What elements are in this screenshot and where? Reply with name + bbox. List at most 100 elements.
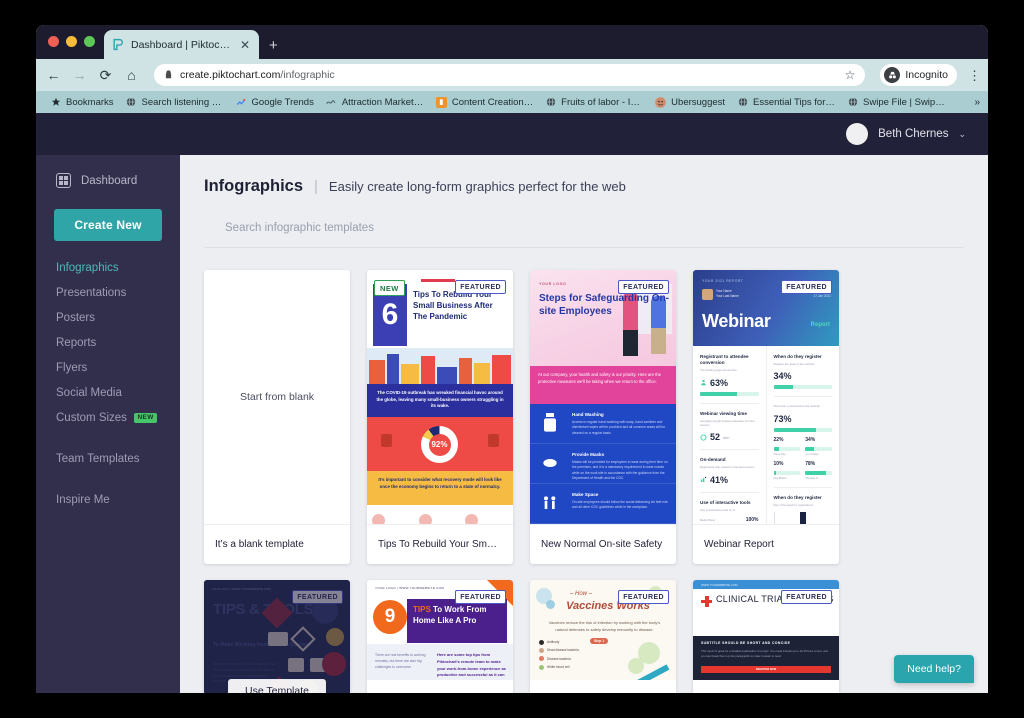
- page-subtitle: Easily create long-form graphics perfect…: [328, 179, 626, 194]
- featured-badge: FEATURED: [455, 590, 506, 604]
- thumb-title: Tips To Rebuild Your Small Business Afte…: [413, 290, 493, 321]
- sidebar-item-label: Posters: [56, 311, 95, 324]
- title-divider: |: [314, 178, 318, 195]
- sidebar-item-team-templates[interactable]: Team Templates: [36, 446, 180, 471]
- main-content: Infographics | Easily create long-form g…: [180, 155, 988, 693]
- app-topbar: Beth Chernes ⌄: [36, 113, 988, 155]
- thumb-title: Webinar: [702, 311, 771, 331]
- thumb-title: Steps for Safeguarding On-site Employees: [539, 293, 670, 317]
- browser-tab[interactable]: Dashboard | Piktochart ✕: [104, 30, 259, 59]
- incognito-profile-chip[interactable]: Incognito: [880, 64, 957, 86]
- piktochart-icon: [112, 38, 125, 51]
- face-icon: [655, 96, 667, 108]
- need-help-button[interactable]: Need help?: [894, 655, 974, 683]
- template-card-9-tips-wfh[interactable]: FEATURED YOUR LOGO | WWW.YOURWEBSITE.COM…: [367, 580, 513, 693]
- sidebar-item-inspire-me[interactable]: Inspire Me: [36, 487, 180, 512]
- bookmark-item[interactable]: Google Trends: [230, 97, 320, 108]
- search-row: Search infographic templates: [204, 218, 964, 248]
- chevron-down-icon: ⌄: [958, 128, 966, 139]
- template-card-title: Webinar Report: [693, 524, 839, 564]
- user-menu[interactable]: Beth Chernes ⌄: [846, 123, 966, 145]
- avatar: [846, 123, 869, 145]
- bookmark-label: Content Creation…: [451, 96, 534, 108]
- lock-icon: [164, 69, 173, 81]
- bookmark-label: Fruits of labor - Id…: [561, 96, 644, 108]
- orange-doc-icon: ▮: [435, 96, 447, 108]
- bookmark-items: Bookmarks Search listening t… Google Trend…: [44, 96, 951, 108]
- new-badge: NEW: [133, 412, 158, 423]
- url-host: create.piktochart.com: [180, 69, 281, 81]
- bookmark-star-icon[interactable]: ☆: [845, 68, 856, 82]
- template-thumbnail: FEATURED YOUR 2021 REPORT Your Name Your …: [693, 270, 839, 524]
- featured-badge: FEATURED: [455, 280, 506, 294]
- browser-tab-title: Dashboard | Piktochart: [131, 38, 233, 51]
- template-card-title: Tips To Rebuild Your Small …: [367, 524, 513, 564]
- squiggle-icon: [326, 97, 337, 108]
- sidebar: Dashboard Create New Infographics Present…: [36, 155, 180, 693]
- bookmark-item[interactable]: Fruits of labor - Id…: [539, 97, 649, 108]
- url-path: /infographic: [280, 69, 335, 81]
- maximize-window-button[interactable]: [84, 36, 95, 47]
- incognito-icon: [884, 67, 901, 83]
- template-card-title: New Normal On-site Safety: [530, 524, 676, 564]
- thumb-band-text: The COVID-19 outbreak has wreaked financ…: [376, 390, 504, 409]
- template-card-clinical-trial-results[interactable]: FEATURED WWW.YOURWEBSITE.COM CLINICAL TR…: [693, 580, 839, 693]
- globe-icon: [126, 97, 137, 108]
- globe-icon: [545, 97, 556, 108]
- minimize-window-button[interactable]: [66, 36, 77, 47]
- bookmark-label: Bookmarks: [66, 96, 114, 108]
- forward-icon[interactable]: →: [72, 68, 87, 82]
- sidebar-item-label: Social Media: [56, 386, 122, 399]
- close-window-button[interactable]: [48, 36, 59, 47]
- sidebar-item-label: Infographics: [56, 261, 119, 274]
- sidebar-item-social-media[interactable]: Social Media: [36, 380, 180, 405]
- search-input[interactable]: Search infographic templates: [204, 218, 964, 236]
- use-template-button[interactable]: Use Template: [228, 679, 326, 693]
- bookmarks-overflow-icon[interactable]: »: [974, 97, 980, 108]
- template-thumbnail: FEATURED – How – Vaccines Works Vaccines…: [530, 580, 676, 680]
- bookmark-item[interactable]: Swipe File | Swipe…: [841, 97, 951, 108]
- sidebar-item-dashboard[interactable]: Dashboard: [36, 169, 180, 192]
- template-hover-overlay: Use Template Preview: [204, 580, 350, 693]
- template-card-tools-and-tips[interactable]: YOUR LOGO | WWW.YOURWEBSITE.COM TIPS & T…: [204, 580, 350, 693]
- back-icon[interactable]: ←: [46, 68, 61, 82]
- template-grid: Start from blank It’s a blank template N…: [204, 270, 964, 693]
- home-icon[interactable]: ⌂: [124, 68, 139, 82]
- chart-bar: [800, 511, 807, 524]
- sidebar-item-custom-sizes[interactable]: Custom Sizes NEW: [36, 405, 180, 430]
- sidebar-item-label: Reports: [56, 336, 97, 349]
- sidebar-item-infographics[interactable]: Infographics: [36, 255, 180, 280]
- sidebar-item-reports[interactable]: Reports: [36, 330, 180, 355]
- template-card-tips-to-rebuild[interactable]: NEW FEATURED 6 Tips To Rebuild Your Smal…: [367, 270, 513, 564]
- create-new-button[interactable]: Create New: [54, 209, 162, 241]
- bookmark-item[interactable]: Ubersuggest: [649, 96, 731, 108]
- template-thumbnail: FEATURED YOUR LOGO Steps for Safeguardin…: [530, 270, 676, 524]
- browser-tab-strip: Dashboard | Piktochart ✕ +: [36, 25, 988, 59]
- bookmark-item[interactable]: Attraction Marketi…: [320, 97, 430, 108]
- thumb-logo: YOUR LOGO: [539, 282, 567, 286]
- bookmark-item[interactable]: Bookmarks: [44, 97, 120, 108]
- new-tab-button[interactable]: +: [269, 38, 278, 53]
- template-card-how-vaccines-work[interactable]: FEATURED – How – Vaccines Works Vaccines…: [530, 580, 676, 693]
- featured-badge: FEATURED: [781, 280, 832, 294]
- sidebar-item-flyers[interactable]: Flyers: [36, 355, 180, 380]
- browser-menu-icon[interactable]: ⋮: [968, 69, 981, 82]
- template-card-webinar-report[interactable]: FEATURED YOUR 2021 REPORT Your Name Your …: [693, 270, 839, 564]
- template-card-onsite-safety[interactable]: FEATURED YOUR LOGO Steps for Safeguardin…: [530, 270, 676, 564]
- bookmark-item[interactable]: Search listening t…: [120, 97, 230, 108]
- close-tab-button[interactable]: ✕: [239, 39, 251, 51]
- thumb-callout: It’s important to consider what recovery…: [378, 477, 502, 490]
- bookmark-label: Ubersuggest: [671, 96, 726, 108]
- reload-icon[interactable]: ⟳: [98, 68, 113, 82]
- sidebar-item-label: Team Templates: [56, 452, 140, 465]
- new-badge: NEW: [374, 280, 405, 296]
- bookmarks-bar: Bookmarks Search listening t… Google Trend…: [36, 91, 988, 113]
- template-card-blank[interactable]: Start from blank It’s a blank template: [204, 270, 350, 564]
- sidebar-item-label: Custom Sizes: [56, 411, 127, 424]
- bookmark-item[interactable]: Essential Tips for I…: [731, 97, 841, 108]
- sidebar-item-posters[interactable]: Posters: [36, 305, 180, 330]
- address-bar[interactable]: create.piktochart.com/infographic ☆: [154, 64, 866, 86]
- featured-badge: FEATURED: [618, 280, 669, 294]
- bookmark-item[interactable]: ▮ Content Creation…: [430, 96, 539, 108]
- sidebar-item-presentations[interactable]: Presentations: [36, 280, 180, 305]
